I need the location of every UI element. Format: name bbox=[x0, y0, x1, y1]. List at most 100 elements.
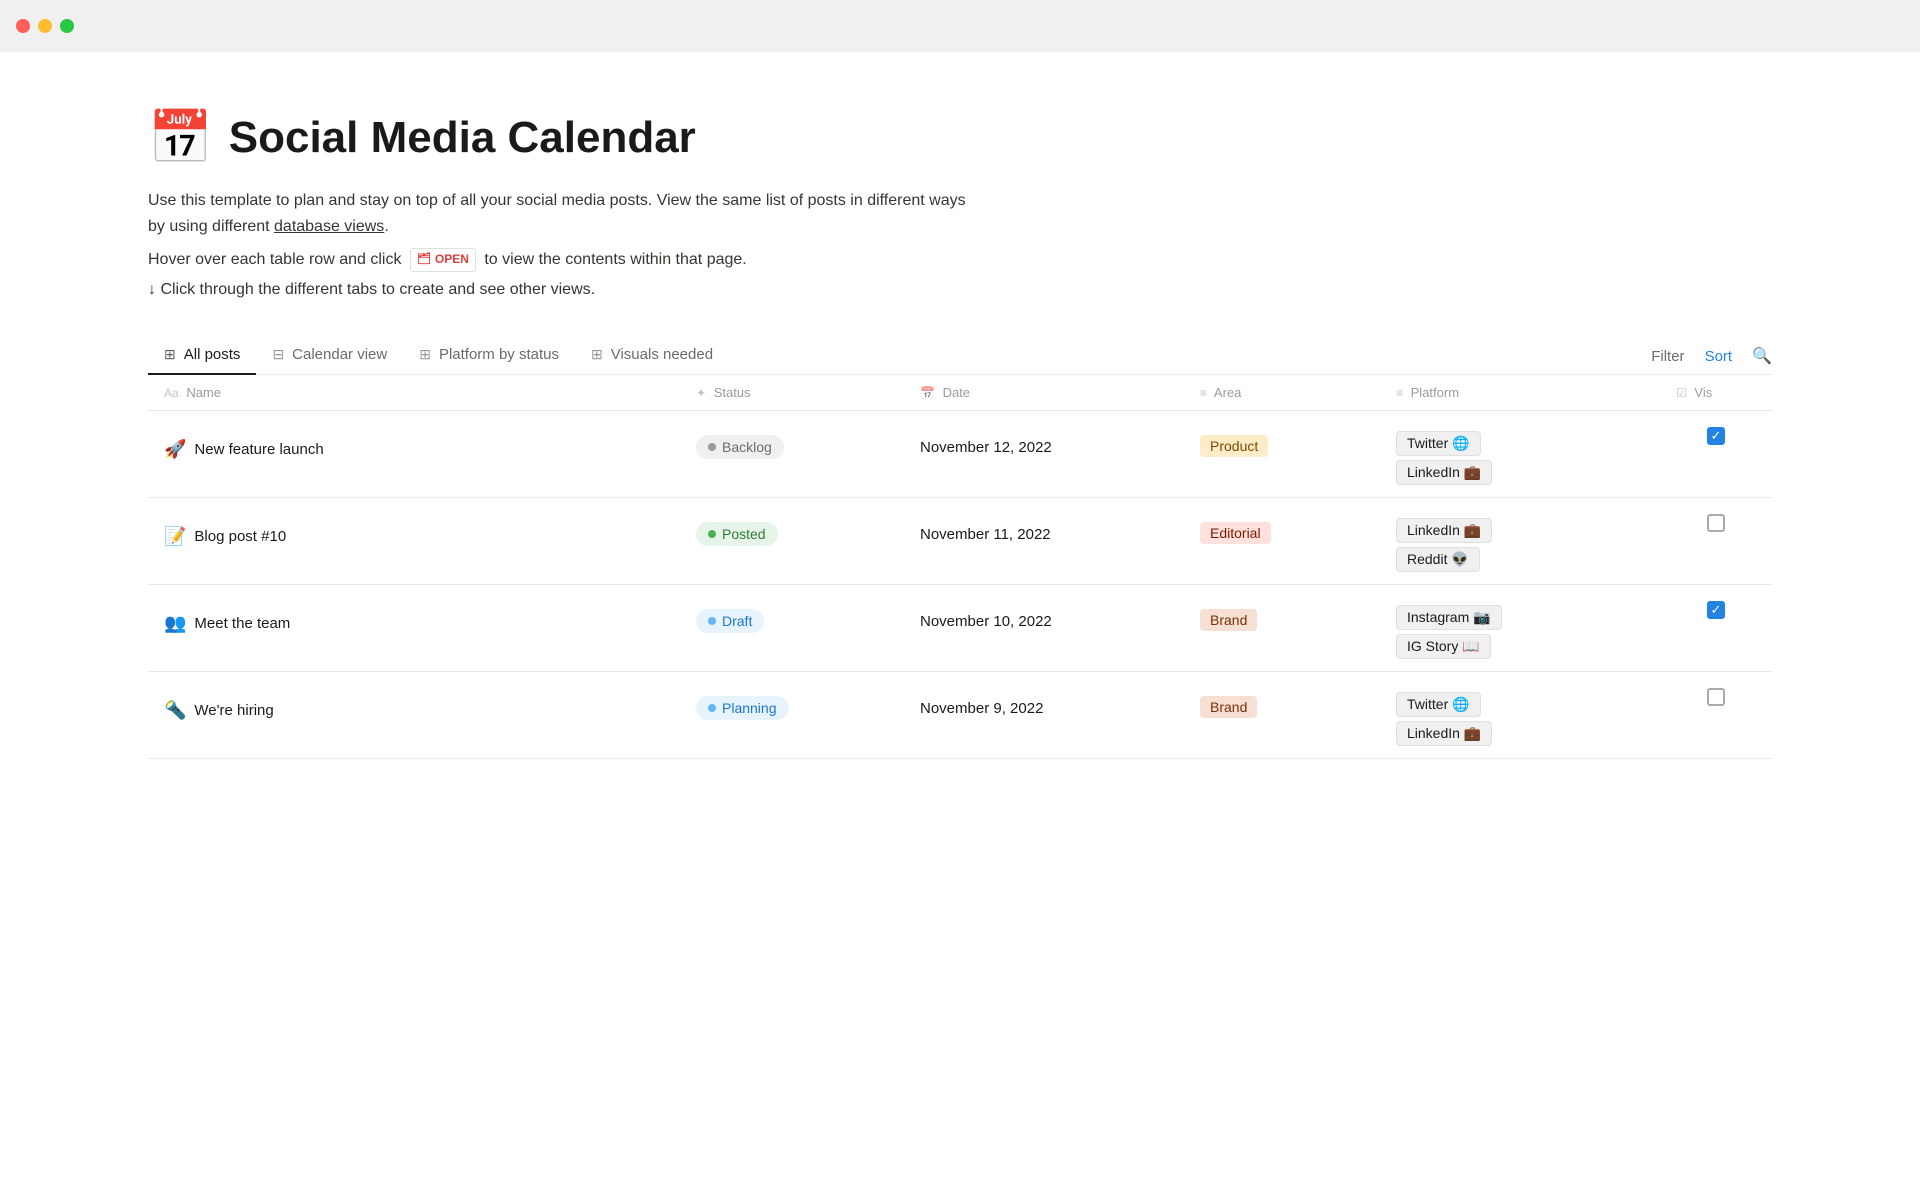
status-dot-1 bbox=[708, 443, 716, 451]
tab-visuals-needed[interactable]: ⊞ Visuals needed bbox=[575, 338, 729, 375]
col-header-status: ✦ Status bbox=[680, 375, 904, 411]
table-row[interactable]: 👥 Meet the team Draft November 10, 2022 bbox=[148, 585, 1772, 672]
database-views-link[interactable]: database views bbox=[274, 218, 384, 235]
cell-date-4: November 9, 2022 bbox=[904, 672, 1184, 759]
cell-visual-1: ✓ bbox=[1660, 411, 1772, 498]
row-name-2: Blog post #10 bbox=[194, 528, 286, 545]
tab-icon-visuals: ⊞ bbox=[591, 346, 603, 363]
cell-date-1: November 12, 2022 bbox=[904, 411, 1184, 498]
cell-area-3: Brand bbox=[1184, 585, 1380, 672]
table-header-row: Aa Name ✦ Status 📅 Date ≡ Area bbox=[148, 375, 1772, 411]
tab-icon-calendar: ⊟ bbox=[272, 346, 284, 363]
area-tag-4: Brand bbox=[1200, 696, 1257, 718]
status-badge-1: Backlog bbox=[696, 435, 784, 459]
main-content: 📅 Social Media Calendar Use this templat… bbox=[0, 52, 1920, 819]
table-row[interactable]: 🚀 New feature launch Backlog November 12… bbox=[148, 411, 1772, 498]
platform-tag-1-0: Twitter 🌐 bbox=[1396, 431, 1481, 456]
titlebar bbox=[0, 0, 1920, 52]
col-header-date: 📅 Date bbox=[904, 375, 1184, 411]
tab-icon-platform: ⊞ bbox=[419, 346, 431, 363]
maximize-button[interactable] bbox=[60, 19, 74, 33]
cell-area-2: Editorial bbox=[1184, 498, 1380, 585]
col-icon-date: 📅 bbox=[920, 386, 935, 400]
col-header-name: Aa Name bbox=[148, 375, 680, 411]
col-icon-name: Aa bbox=[164, 386, 179, 400]
sort-button[interactable]: Sort bbox=[1705, 348, 1733, 365]
table-row[interactable]: 📝 Blog post #10 Posted November 11, 2022 bbox=[148, 498, 1772, 585]
cell-visual-3: ✓ bbox=[1660, 585, 1772, 672]
posts-table: Aa Name ✦ Status 📅 Date ≡ Area bbox=[148, 375, 1772, 759]
cell-area-4: Brand bbox=[1184, 672, 1380, 759]
visual-checkbox-4[interactable] bbox=[1707, 688, 1725, 706]
cell-date-3: November 10, 2022 bbox=[904, 585, 1184, 672]
tabs-left: ⊞ All posts ⊟ Calendar view ⊞ Platform b… bbox=[148, 338, 729, 374]
cell-visual-4 bbox=[1660, 672, 1772, 759]
close-button[interactable] bbox=[16, 19, 30, 33]
col-header-area: ≡ Area bbox=[1184, 375, 1380, 411]
table-wrapper: Aa Name ✦ Status 📅 Date ≡ Area bbox=[148, 375, 1772, 759]
status-dot-2 bbox=[708, 530, 716, 538]
row-name-4: We're hiring bbox=[194, 702, 273, 719]
cell-name-3: 👥 Meet the team bbox=[148, 585, 680, 672]
filter-button[interactable]: Filter bbox=[1651, 348, 1684, 365]
platform-tag-2-0: LinkedIn 💼 bbox=[1396, 518, 1492, 543]
cell-platform-3: Instagram 📷 IG Story 📖 bbox=[1380, 585, 1660, 672]
platform-list-3: Instagram 📷 IG Story 📖 bbox=[1396, 597, 1644, 659]
platform-list-4: Twitter 🌐 LinkedIn 💼 bbox=[1396, 684, 1644, 746]
cell-status-2: Posted bbox=[680, 498, 904, 585]
col-header-visual: ☑ Vis bbox=[1660, 375, 1772, 411]
cell-platform-4: Twitter 🌐 LinkedIn 💼 bbox=[1380, 672, 1660, 759]
platform-tag-3-0: Instagram 📷 bbox=[1396, 605, 1502, 630]
platform-tag-2-1: Reddit 👽 bbox=[1396, 547, 1480, 572]
status-dot-3 bbox=[708, 617, 716, 625]
visual-checkbox-2[interactable] bbox=[1707, 514, 1725, 532]
minimize-button[interactable] bbox=[38, 19, 52, 33]
row-name-1: New feature launch bbox=[194, 441, 323, 458]
status-badge-2: Posted bbox=[696, 522, 778, 546]
col-icon-area: ≡ bbox=[1200, 386, 1207, 400]
visual-checkbox-3[interactable]: ✓ bbox=[1707, 601, 1725, 619]
cell-name-2: 📝 Blog post #10 bbox=[148, 498, 680, 585]
tabs-right: Filter Sort 🔍 bbox=[1651, 346, 1772, 366]
page-icon: 📅 bbox=[148, 112, 213, 164]
open-badge: 🗂 OPEN bbox=[410, 248, 476, 271]
col-icon-platform: ≡ bbox=[1396, 386, 1403, 400]
status-dot-4 bbox=[708, 704, 716, 712]
row-name-3: Meet the team bbox=[194, 615, 290, 632]
cell-visual-2 bbox=[1660, 498, 1772, 585]
platform-tag-4-0: Twitter 🌐 bbox=[1396, 692, 1481, 717]
visual-checkbox-1[interactable]: ✓ bbox=[1707, 427, 1725, 445]
instruction-line1: Hover over each table row and click 🗂 OP… bbox=[148, 247, 1772, 273]
col-header-platform: ≡ Platform bbox=[1380, 375, 1660, 411]
cell-date-2: November 11, 2022 bbox=[904, 498, 1184, 585]
platform-tag-4-1: LinkedIn 💼 bbox=[1396, 721, 1492, 746]
cell-platform-1: Twitter 🌐 LinkedIn 💼 bbox=[1380, 411, 1660, 498]
platform-tag-3-1: IG Story 📖 bbox=[1396, 634, 1491, 659]
cell-status-3: Draft bbox=[680, 585, 904, 672]
row-emoji-2: 📝 bbox=[164, 526, 186, 547]
cell-status-1: Backlog bbox=[680, 411, 904, 498]
instruction-line2: ↓ Click through the different tabs to cr… bbox=[148, 277, 1772, 303]
tab-all-posts[interactable]: ⊞ All posts bbox=[148, 338, 256, 375]
status-badge-3: Draft bbox=[696, 609, 764, 633]
status-badge-4: Planning bbox=[696, 696, 789, 720]
tab-calendar-view[interactable]: ⊟ Calendar view bbox=[256, 338, 403, 375]
page-title: Social Media Calendar bbox=[229, 113, 696, 163]
platform-tag-1-1: LinkedIn 💼 bbox=[1396, 460, 1492, 485]
row-emoji-4: 🔦 bbox=[164, 700, 186, 721]
row-emoji-3: 👥 bbox=[164, 613, 186, 634]
cell-area-1: Product bbox=[1184, 411, 1380, 498]
col-icon-status: ✦ bbox=[696, 386, 706, 400]
col-icon-visual: ☑ bbox=[1676, 386, 1687, 400]
platform-list-2: LinkedIn 💼 Reddit 👽 bbox=[1396, 510, 1644, 572]
table-row[interactable]: 🔦 We're hiring Planning November 9, 2022 bbox=[148, 672, 1772, 759]
search-icon[interactable]: 🔍 bbox=[1752, 346, 1772, 366]
row-emoji-1: 🚀 bbox=[164, 439, 186, 460]
cell-platform-2: LinkedIn 💼 Reddit 👽 bbox=[1380, 498, 1660, 585]
page-header: 📅 Social Media Calendar bbox=[148, 112, 1772, 164]
platform-list-1: Twitter 🌐 LinkedIn 💼 bbox=[1396, 423, 1644, 485]
area-tag-2: Editorial bbox=[1200, 522, 1271, 544]
tab-platform-by-status[interactable]: ⊞ Platform by status bbox=[403, 338, 575, 375]
description-line1: Use this template to plan and stay on to… bbox=[148, 188, 1772, 239]
cell-name-4: 🔦 We're hiring bbox=[148, 672, 680, 759]
